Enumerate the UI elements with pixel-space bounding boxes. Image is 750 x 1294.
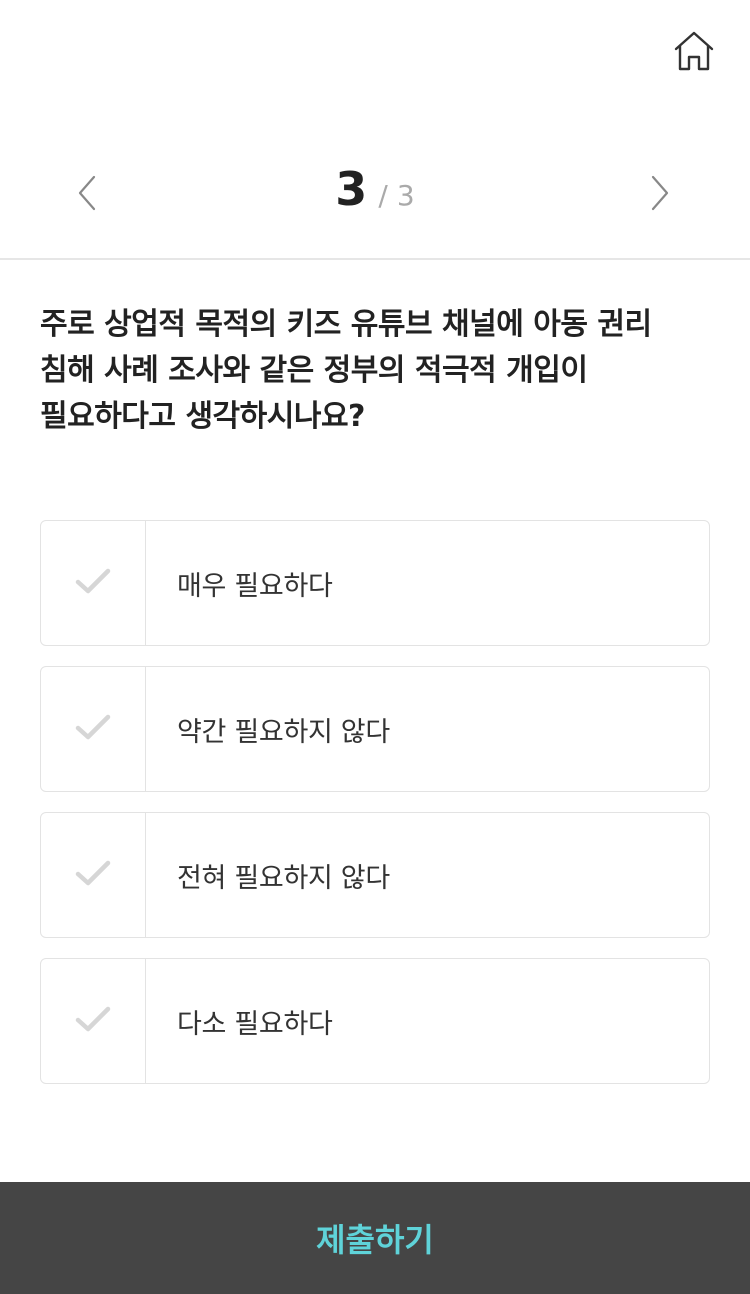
total-pages-number: 3 bbox=[396, 179, 415, 212]
page-separator: / bbox=[378, 179, 388, 212]
answer-options: 매우 필요하다 약간 필요하지 않다 전혀 필요하지 않다 다소 필요하다 bbox=[40, 520, 710, 1104]
check-icon bbox=[75, 859, 111, 891]
option-label: 매우 필요하다 bbox=[177, 570, 333, 602]
answer-option-3[interactable]: 전혀 필요하지 않다 bbox=[40, 812, 710, 938]
header-divider bbox=[0, 258, 750, 260]
answer-option-1[interactable]: 매우 필요하다 bbox=[40, 520, 710, 646]
current-page-number: 3 bbox=[335, 162, 368, 216]
option-label: 약간 필요하지 않다 bbox=[177, 716, 390, 748]
option-check-cell bbox=[41, 959, 146, 1083]
option-check-cell bbox=[41, 813, 146, 937]
submit-button[interactable]: 제출하기 bbox=[0, 1182, 750, 1294]
check-icon bbox=[75, 1005, 111, 1037]
check-icon bbox=[75, 713, 111, 745]
chevron-right-icon bbox=[649, 175, 671, 215]
option-label: 다소 필요하다 bbox=[177, 1008, 333, 1040]
submit-label: 제출하기 bbox=[316, 1221, 434, 1259]
option-check-cell bbox=[41, 667, 146, 791]
next-question-button[interactable] bbox=[635, 170, 685, 220]
question-pager: 3 / 3 bbox=[0, 140, 750, 250]
option-label: 전혀 필요하지 않다 bbox=[177, 862, 390, 894]
option-check-cell bbox=[41, 521, 146, 645]
question-text: 주로 상업적 목적의 키즈 유튜브 채널에 아동 권리 침해 사례 조사와 같은… bbox=[40, 307, 652, 434]
home-button[interactable] bbox=[668, 28, 720, 78]
home-icon bbox=[673, 31, 715, 75]
answer-option-2[interactable]: 약간 필요하지 않다 bbox=[40, 666, 710, 792]
check-icon bbox=[75, 567, 111, 599]
answer-option-4[interactable]: 다소 필요하다 bbox=[40, 958, 710, 1084]
